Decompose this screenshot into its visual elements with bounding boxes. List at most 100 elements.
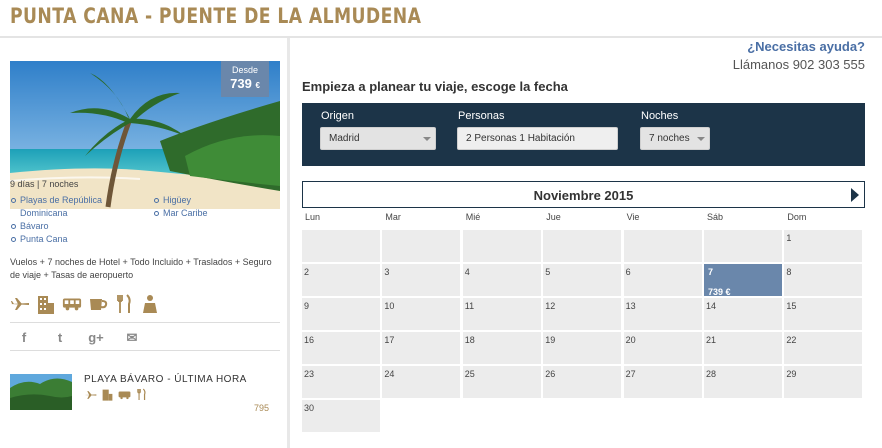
day-number: 17 [384,335,395,345]
day-number: 11 [464,301,475,311]
day-number: 25 [464,369,475,379]
calendar-day[interactable]: 14 [704,298,782,330]
weekday-label: Lun [305,212,321,222]
help-link[interactable]: ¿Necesitas ayuda? [747,39,865,54]
calendar-day[interactable]: 30 [302,400,380,432]
calendar-day[interactable]: 5 [543,264,622,296]
calendar-day[interactable]: 9 [302,298,380,330]
hotel-icon [36,294,56,314]
related-offer-photo[interactable] [10,374,72,410]
day-number: 7 [708,267,714,277]
calendar-day[interactable]: 17 [382,332,461,364]
day-number: 26 [545,369,556,379]
chevron-down-icon [423,137,431,141]
next-month-arrow-icon[interactable] [851,188,859,202]
email-icon[interactable]: ✉ [124,330,140,346]
calendar-day[interactable]: 18 [462,332,541,364]
destination-link[interactable]: Mar Caribe [153,207,273,220]
calendar-empty-cell [623,230,702,262]
calendar-empty-cell [382,230,461,262]
calendar-day[interactable]: 20 [623,332,702,364]
weekday-label: Jue [546,212,561,222]
destination-link[interactable]: Bávaro [10,220,140,233]
weekday-label: Dom [787,212,807,222]
nights-select[interactable]: 7 noches [640,127,710,150]
price-amount: 739 € [230,76,260,91]
day-number: 13 [625,301,636,311]
bus-icon [62,294,82,314]
calendar-day[interactable]: 11 [462,298,541,330]
airplane-icon [10,294,30,314]
trip-search-bar: Origen Madrid Personas 2 Personas 1 Habi… [302,103,865,166]
day-number: 18 [464,335,475,345]
calendar-day[interactable]: 13 [623,298,702,330]
twitter-icon[interactable]: t [52,330,68,346]
calendar-day[interactable]: 25 [462,366,541,398]
weekday-label: Mié [465,212,481,222]
bus-icon [118,388,131,401]
calendar-day[interactable]: 8 [784,264,863,296]
calendar-day[interactable]: 29 [784,366,863,398]
weekday-label: Mar [385,212,401,222]
calendar-day[interactable]: 27 [623,366,702,398]
calendar-month-title: Noviembre 2015 [533,188,634,203]
related-offer-price: 795 [254,403,270,413]
calendar-day-selected[interactable]: 7 739 € [704,264,782,297]
people-value: 2 Personas 1 Habitación [466,133,575,144]
day-number: 27 [625,369,636,379]
divider [10,322,280,323]
people-selector[interactable]: 2 Personas 1 Habitación [457,127,618,150]
calendar-day[interactable]: 10 [382,298,461,330]
hotel-icon [101,388,114,401]
googleplus-icon[interactable]: g+ [88,330,104,346]
calendar-day[interactable]: 15 [784,298,863,330]
destination-link[interactable]: Playas de República Dominicana [10,194,140,220]
price-tag: Desde 739 € [221,61,269,97]
calendar-day[interactable]: 16 [302,332,380,364]
origin-select[interactable]: Madrid [320,127,436,150]
calendar-day[interactable]: 28 [704,366,782,398]
calendar-day[interactable]: 6 [623,264,702,296]
facebook-icon[interactable]: f [16,330,32,346]
people-label: Personas [458,110,505,122]
related-offer-title[interactable]: PLAYA BÁVARO - ÚLTIMA HORA [84,374,247,385]
trip-duration: 9 días | 7 noches [10,179,79,189]
calendar-day[interactable]: 1 [784,230,863,262]
calendar-day[interactable]: 2 [302,264,380,296]
day-number: 22 [786,335,797,345]
nights-value: 7 noches [649,133,690,144]
calendar-empty-cell [462,230,541,262]
day-number: 4 [464,267,470,277]
calendar-header: Noviembre 2015 [302,181,865,208]
calendar-day[interactable]: 12 [543,298,622,330]
restaurant-icon [135,388,148,401]
calendar-day[interactable]: 21 [704,332,782,364]
day-number: 19 [545,335,556,345]
calendar-day[interactable]: 3 [382,264,461,296]
day-number: 2 [304,267,310,277]
day-number: 8 [786,267,792,277]
airplane-icon [84,388,97,401]
day-number: 9 [304,301,310,311]
day-price: 739 € [708,287,731,297]
day-number: 20 [625,335,636,345]
destination-link[interactable]: Higüey [153,194,273,207]
calendar-day[interactable]: 22 [784,332,863,364]
day-number: 30 [304,403,315,413]
guide-icon [140,294,160,314]
destination-link[interactable]: Punta Cana [10,233,140,246]
calendar-day[interactable]: 26 [543,366,622,398]
calendar-day[interactable]: 23 [302,366,380,398]
day-number: 23 [304,369,315,379]
calendar-day[interactable]: 19 [543,332,622,364]
day-number: 29 [786,369,797,379]
cup-icon [88,294,108,314]
calendar-day[interactable]: 24 [382,366,461,398]
day-number: 14 [706,301,717,311]
day-number: 15 [786,301,797,311]
weekday-label: Sáb [707,212,724,222]
calendar-empty-cell [704,230,782,262]
calendar-day[interactable]: 4 [462,264,541,296]
origin-label: Origen [321,110,355,122]
day-number: 12 [545,301,556,311]
